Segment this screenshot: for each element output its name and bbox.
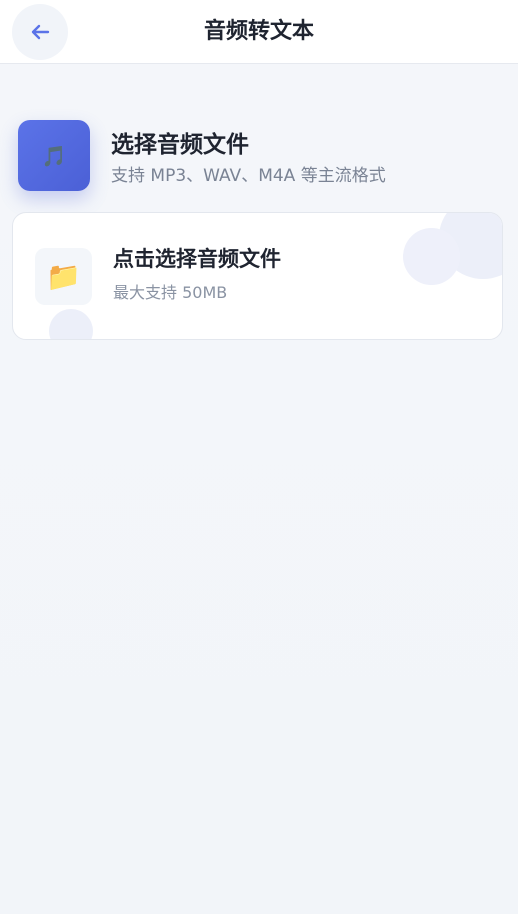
folder-icon: 📁 — [46, 259, 81, 293]
page-title: 音频转文本 — [203, 19, 314, 44]
folder-tile: 📁 — [35, 248, 92, 305]
section-header: 🎵 选择音频文件 支持 MP3、WAV、M4A 等主流格式 — [18, 120, 498, 192]
music-note-icon: 🎵 — [41, 143, 67, 168]
select-audio-file-card[interactable]: 📁 点击选择音频文件 最大支持 50MB — [12, 212, 503, 340]
decorative-circle — [403, 228, 460, 285]
section-subtitle: 支持 MP3、WAV、M4A 等主流格式 — [111, 166, 386, 186]
decorative-circle — [49, 309, 93, 339]
header-bar: 音频转文本 — [0, 0, 518, 64]
music-tile: 🎵 — [18, 120, 90, 191]
upload-card-subtitle: 最大支持 50MB — [113, 283, 228, 302]
upload-card-title: 点击选择音频文件 — [113, 247, 281, 271]
section-title: 选择音频文件 — [111, 132, 249, 158]
